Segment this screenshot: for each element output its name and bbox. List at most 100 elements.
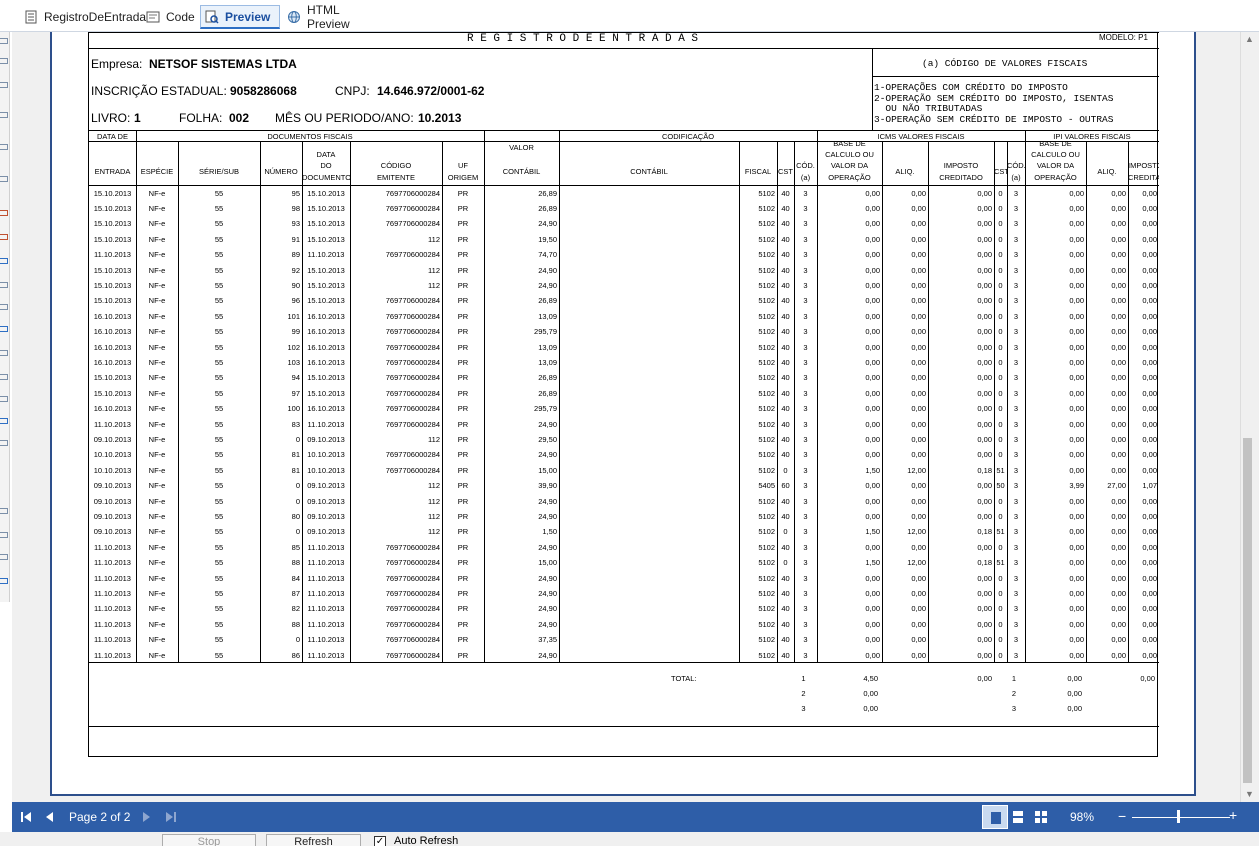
table-cell: 0,00 — [1111, 265, 1126, 275]
table-cell: 40 — [781, 265, 790, 275]
table-cell: 0 — [783, 558, 788, 568]
table-cell: 0,00 — [1069, 327, 1084, 337]
zoom-out-icon[interactable]: − — [1118, 808, 1126, 824]
table-cell: 0,00 — [865, 573, 880, 583]
tool-icon[interactable] — [0, 554, 8, 560]
table-cell: 09.10.2013 — [307, 511, 345, 521]
table-cell: 0,00 — [977, 234, 992, 244]
table-cell: 10.10.2013 — [307, 465, 345, 475]
table-cell: 15.10.2013 — [93, 280, 132, 290]
multi-page-view-icon[interactable] — [1034, 810, 1048, 824]
table-cell: 15.10.2013 — [307, 388, 345, 398]
tool-icon[interactable] — [0, 350, 8, 356]
table-cell: 55 — [214, 188, 224, 198]
toolbox-strip[interactable] — [0, 32, 10, 602]
tool-icon[interactable] — [0, 58, 8, 64]
tool-icon[interactable] — [0, 578, 8, 584]
table-cell: 0,00 — [1069, 203, 1084, 213]
tool-icon[interactable] — [0, 282, 8, 288]
table-cell: 0,00 — [1142, 265, 1157, 275]
tab-code[interactable]: Code — [142, 5, 198, 29]
scrollbar-thumb[interactable] — [1243, 438, 1252, 783]
table-cell: NF-e — [148, 558, 166, 568]
column-header-icms-cod: (a) — [800, 172, 811, 182]
table-cell: 3 — [803, 280, 808, 290]
total-ipi-cod: 1 — [1011, 674, 1017, 684]
table-cell: 0,00 — [1069, 527, 1084, 537]
table-cell: 0 — [295, 635, 300, 645]
table-cell: 0 — [998, 650, 1003, 660]
table-cell: 55 — [214, 450, 224, 460]
table-cell: 7697706000284 — [385, 342, 440, 352]
tool-icon[interactable] — [0, 210, 8, 216]
tool-icon[interactable] — [0, 508, 8, 514]
table-cell: NF-e — [148, 450, 166, 460]
scroll-up-icon[interactable]: ▲ — [1245, 34, 1254, 44]
last-page-icon[interactable] — [165, 811, 177, 823]
table-cell: 0,00 — [977, 311, 992, 321]
table-cell: 0,00 — [977, 357, 992, 367]
refresh-button[interactable]: Refresh — [266, 834, 361, 846]
tab-preview[interactable]: Preview — [200, 5, 280, 29]
table-cell: 1,50 — [865, 465, 880, 475]
table-cell: 5102 — [758, 234, 775, 244]
tool-icon[interactable] — [0, 304, 8, 310]
table-cell: NF-e — [148, 481, 166, 491]
table-cell: 5102 — [758, 558, 775, 568]
table-cell: 0,00 — [865, 373, 880, 383]
scroll-down-icon[interactable]: ▼ — [1245, 789, 1254, 799]
next-page-icon[interactable] — [142, 811, 152, 823]
tool-icon[interactable] — [0, 440, 8, 446]
single-page-view-button[interactable] — [982, 805, 1008, 829]
two-page-view-icon[interactable] — [1012, 810, 1024, 824]
column-header-ipi-base: OPERAÇÃO — [1034, 172, 1077, 182]
table-cell: PR — [457, 203, 469, 213]
table-cell: 0,00 — [865, 265, 880, 275]
table-cell: 0,00 — [1069, 573, 1084, 583]
table-cell: 5102 — [758, 388, 775, 398]
zoom-in-icon[interactable]: + — [1229, 807, 1237, 823]
tool-icon[interactable] — [0, 258, 8, 264]
table-cell: 7697706000284 — [385, 296, 440, 306]
tool-icon[interactable] — [0, 532, 8, 538]
tool-icon[interactable] — [0, 82, 8, 88]
tool-icon[interactable] — [0, 326, 8, 332]
table-cell: PR — [457, 419, 469, 429]
table-cell: 0,00 — [1111, 496, 1126, 506]
tool-icon[interactable] — [0, 112, 8, 118]
table-cell: 0,00 — [1069, 234, 1084, 244]
tab-registrodeentrada[interactable]: RegistroDeEntrada — [20, 5, 146, 29]
tool-icon[interactable] — [0, 418, 8, 424]
table-cell: 0 — [998, 450, 1003, 460]
table-cell: PR — [457, 434, 469, 444]
first-page-icon[interactable] — [20, 811, 32, 823]
table-cell: 0,00 — [1142, 573, 1157, 583]
zoom-slider-thumb[interactable] — [1177, 810, 1180, 823]
auto-refresh-checkbox[interactable]: ✓ — [374, 836, 386, 846]
tab-html-preview[interactable]: HTML Preview — [283, 3, 383, 31]
table-cell: 3 — [803, 588, 808, 598]
total-icms-base: 0,00 — [863, 704, 878, 714]
table-cell: 0,00 — [865, 619, 880, 629]
tool-icon[interactable] — [0, 144, 8, 150]
tool-icon[interactable] — [0, 38, 8, 44]
table-cell: 3 — [1013, 373, 1019, 383]
table-cell: 11.10.2013 — [307, 650, 345, 660]
table-cell: 0,00 — [1069, 250, 1084, 260]
tool-icon[interactable] — [0, 234, 8, 240]
previous-page-icon[interactable] — [44, 811, 54, 823]
stop-button[interactable]: Stop — [162, 834, 256, 846]
table-cell: 3 — [1013, 296, 1019, 306]
table-cell: 11.10.2013 — [94, 558, 131, 568]
total-icms-cod: 3 — [801, 704, 806, 714]
table-cell: 51 — [996, 558, 1005, 568]
tool-icon[interactable] — [0, 396, 8, 402]
table-cell: 93 — [291, 219, 300, 229]
document-tab-bar: RegistroDeEntrada Code Preview HTML Prev… — [0, 0, 1259, 32]
table-cell: 0,00 — [1111, 542, 1126, 552]
table-cell: 7697706000284 — [385, 465, 440, 475]
zoom-slider[interactable] — [1132, 817, 1230, 818]
tool-icon[interactable] — [0, 374, 8, 380]
tool-icon[interactable] — [0, 176, 8, 182]
table-cell: 39,90 — [538, 481, 557, 491]
